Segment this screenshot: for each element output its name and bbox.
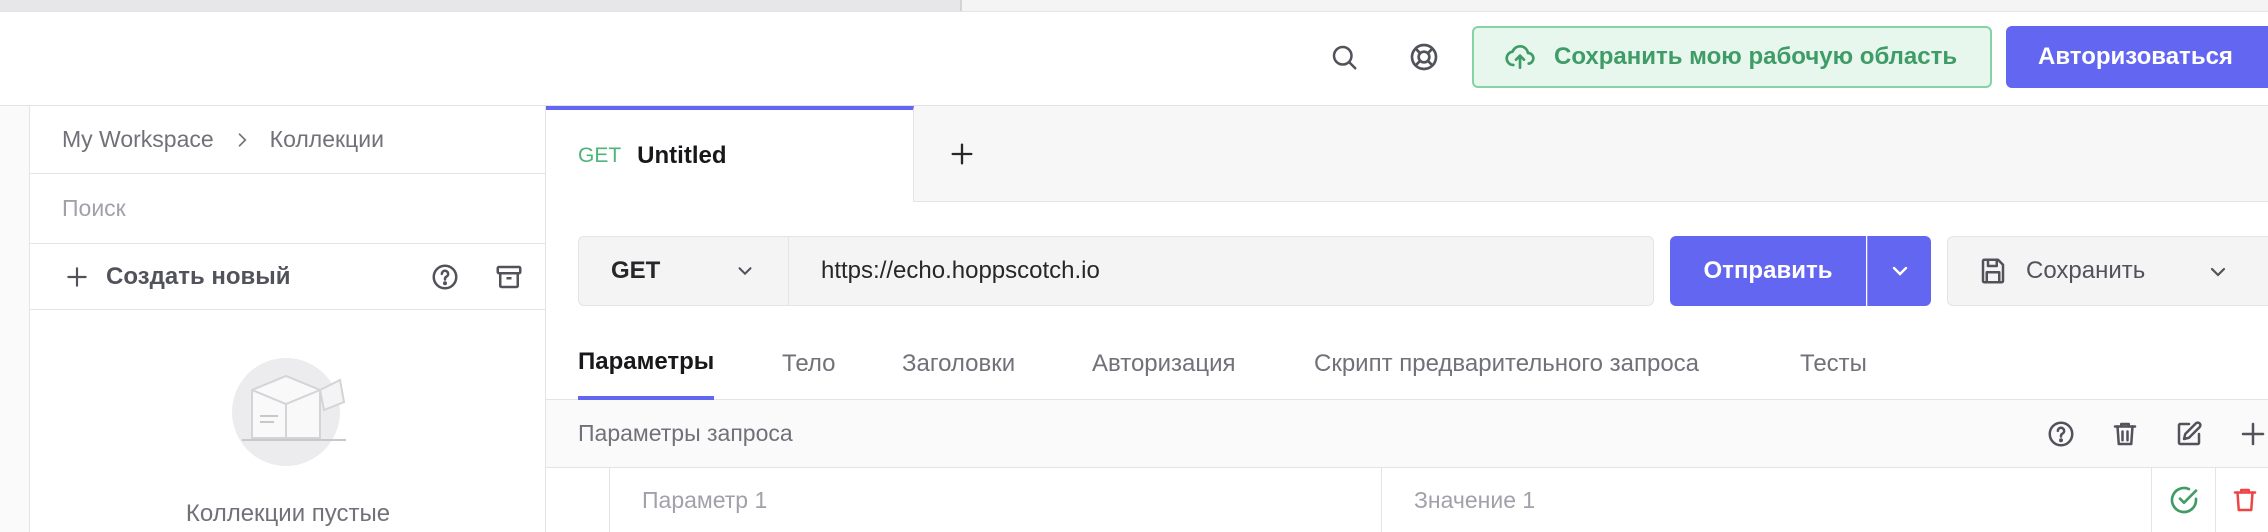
- tab-tests[interactable]: Тесты: [1800, 328, 1867, 400]
- params-title: Параметры запроса: [578, 420, 793, 446]
- chevron-down-icon: [1888, 259, 1912, 283]
- create-new-label: Создать новый: [106, 262, 291, 290]
- trash-icon[interactable]: [2110, 419, 2140, 449]
- search-placeholder: Поиск: [62, 195, 126, 221]
- empty-box-illustration: [220, 346, 360, 466]
- tab-authorization[interactable]: Авторизация: [1092, 328, 1236, 400]
- chevron-right-icon: [232, 130, 252, 150]
- cloud-upload-icon: [1504, 41, 1536, 73]
- param-row: Параметр 1 Значение 1: [546, 468, 2268, 532]
- url-input[interactable]: https://echo.hoppscotch.io: [788, 236, 1654, 306]
- help-lifebuoy-icon[interactable]: [1400, 33, 1448, 81]
- collections-search-input[interactable]: Поиск: [30, 174, 546, 244]
- collections-sidebar: My Workspace Коллекции Поиск Создать нов…: [30, 106, 546, 532]
- save-workspace-label: Сохранить мою рабочую область: [1554, 43, 1958, 70]
- request-bar: GET https://echo.hoppscotch.io Отправить…: [546, 202, 2268, 328]
- search-icon[interactable]: [1320, 33, 1368, 81]
- top-strip-divider: [960, 0, 962, 11]
- request-tab[interactable]: GET Untitled: [546, 106, 914, 202]
- create-new-button[interactable]: Создать новый: [64, 263, 291, 291]
- tab-parameters[interactable]: Параметры: [578, 328, 715, 400]
- param-delete-button[interactable]: [2216, 468, 2268, 532]
- plus-icon[interactable]: [2238, 419, 2268, 449]
- empty-collections-text: Коллекции пустые: [185, 500, 391, 527]
- add-tab-button[interactable]: [914, 106, 1010, 202]
- window-top-strip: [0, 0, 2268, 12]
- tab-title: Untitled: [637, 142, 727, 169]
- request-tabs-bar: GET Untitled: [546, 106, 2268, 202]
- send-options-button[interactable]: [1867, 236, 1931, 306]
- check-circle-icon: [2168, 484, 2200, 516]
- plus-icon: [64, 264, 90, 290]
- create-collection-row: Создать новый: [30, 244, 546, 310]
- method-select[interactable]: GET: [578, 236, 788, 306]
- app-header: Сохранить мою рабочую область Авторизова…: [0, 12, 2268, 106]
- method-value: GET: [611, 257, 661, 284]
- help-circle-icon[interactable]: [2046, 419, 2076, 449]
- param-value-input[interactable]: Значение 1: [1382, 468, 2152, 532]
- param-enabled-toggle[interactable]: [2152, 468, 2216, 532]
- param-key-input[interactable]: Параметр 1: [610, 468, 1382, 532]
- plus-icon: [948, 140, 976, 168]
- archive-import-icon[interactable]: [494, 262, 524, 292]
- drag-handle[interactable]: [546, 468, 610, 532]
- trash-icon: [2230, 485, 2260, 515]
- save-request-label: Сохранить: [2026, 257, 2146, 284]
- chevron-down-icon: [734, 260, 756, 282]
- save-disk-icon: [1978, 256, 2008, 286]
- breadcrumb-workspace[interactable]: My Workspace: [62, 126, 214, 153]
- tab-pre-request-script[interactable]: Скрипт предварительного запроса: [1314, 328, 1699, 400]
- top-strip-scroll-segment: [0, 0, 960, 11]
- sidebar-rail: [0, 106, 30, 532]
- edit-icon[interactable]: [2174, 419, 2204, 449]
- tab-method: GET: [578, 144, 622, 167]
- breadcrumb: My Workspace Коллекции: [30, 106, 546, 174]
- help-circle-icon[interactable]: [430, 262, 460, 292]
- request-section-tabs: Параметры Тело Заголовки Авторизация Скр…: [546, 328, 2268, 400]
- save-request-button[interactable]: Сохранить: [1947, 236, 2268, 306]
- send-button[interactable]: Отправить: [1670, 236, 1866, 306]
- tab-body[interactable]: Тело: [782, 328, 835, 400]
- breadcrumb-collections[interactable]: Коллекции: [270, 126, 384, 153]
- params-header: Параметры запроса: [546, 400, 2268, 468]
- chevron-down-icon[interactable]: [2206, 260, 2230, 284]
- save-workspace-button[interactable]: Сохранить мою рабочую область: [1472, 26, 1992, 88]
- tab-headers[interactable]: Заголовки: [902, 328, 1015, 400]
- login-button[interactable]: Авторизоваться: [2006, 26, 2268, 88]
